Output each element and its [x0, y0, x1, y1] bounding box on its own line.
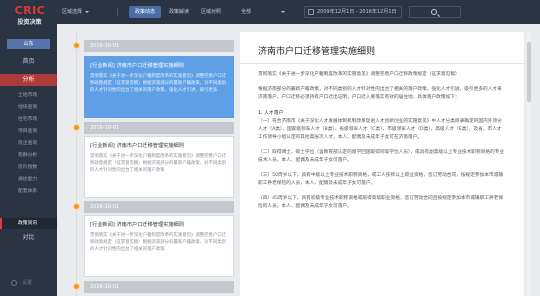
chevron-down-icon	[85, 10, 90, 13]
divider	[117, 8, 118, 16]
article-intro: 贯彻落实《关于进一步深化户籍制度改革的实施意见》调整完善户口迁移政策规定（征求意…	[258, 72, 460, 77]
category-select-label: 全部	[241, 9, 252, 15]
article-paragraph: （一）符合济南市《关于深化人才发展体制机制改革促进人才创新创业的实施意见》中人才…	[258, 119, 502, 140]
category-select[interactable]: 全部	[241, 6, 286, 18]
nav-home[interactable]: 首页	[0, 56, 57, 68]
list-item-date: 2016-10-01	[84, 40, 234, 52]
timeline-dot	[73, 124, 80, 131]
list-item-title: [行业新闻] 济南市户口迁移管理实施细则	[90, 63, 184, 69]
timeline-dot	[73, 203, 80, 210]
timeline-dot	[73, 42, 80, 49]
article-paragraph: （二）取得博士、硕士学位（含教育部认定的留学回国取得同等学位人员），或具有副高级…	[258, 150, 505, 163]
list-item-date: 2016-10-01	[84, 281, 234, 293]
nav-analysis[interactable]: 分析	[0, 74, 57, 86]
logo[interactable]: CRIC 投资决策	[0, 0, 57, 32]
settings-label: 设置	[22, 280, 33, 286]
article-paragraph: （三）50周岁以下，具有中级以上专业技术职称资格，或工人技师以上职业资格，签订劳…	[258, 173, 504, 186]
sidebar-item-accessibility[interactable]: 通达能力	[0, 174, 57, 185]
news-list: 2016-10-01 [行业新闻] 济南市户口迁移管理实施细则 贯彻落实《关于进…	[63, 32, 234, 296]
chevron-down-icon	[281, 10, 286, 13]
sidebar-item-project-query[interactable]: 项目查询	[0, 126, 57, 137]
sidebar-item-customer-analysis[interactable]: 客群分析	[0, 150, 57, 161]
gear-icon	[11, 279, 17, 286]
region-select-label: 区域选择	[62, 9, 83, 15]
sidebar-item-facilities[interactable]: 配套体系	[0, 186, 57, 197]
tab-policy-interpretation[interactable]: 政策解读	[165, 6, 193, 18]
list-item-excerpt: 贯彻落实《关于进一步深化户籍制度改革的实施意见》调整完善户口迁移政策规定（征求意…	[90, 74, 227, 93]
article-paragraph: （四）45周岁以下，具有初级专业技术职称资格或取得高级职业资格，签订劳动合同且按…	[258, 196, 504, 209]
list-item[interactable]: [行业新闻] 济南市户口迁移管理实施细则 贯彻落实《关于进一步深化户籍制度改革的…	[84, 136, 234, 198]
list-item-excerpt: 贯彻落实《关于进一步深化户籍制度改革的实施意见》调整完善户口迁移政策规定（征求意…	[90, 233, 227, 252]
sidebar: CRIC 投资决策 山东 首页 分析 土地市场 地块查询 住宅市场 项目查询 房…	[0, 0, 57, 296]
sidebar-item-price-index[interactable]: 房价指数	[0, 162, 57, 173]
scrollbar-thumb[interactable]	[527, 42, 531, 102]
top-bar: 区域选择 政策动态 政策解读 区域对照 全部 2009年12月1日 - 2016…	[57, 0, 540, 24]
logo-subtitle: 投资决策	[17, 19, 42, 26]
article-paragraph: 根据济南部分的最新户籍政策，对不同类别的人才针对性的出台了相关的落户政策，强化人…	[258, 87, 502, 100]
tab-policy-news[interactable]: 政策动态	[129, 6, 161, 18]
date-range-value: 2009年12月1日 - 2016年12月1日	[317, 9, 397, 15]
nav-compare[interactable]: 对比	[0, 232, 57, 244]
article-title: 济南市户口迁移管理实施细则	[258, 47, 376, 57]
logo-brand: CRIC	[14, 4, 46, 17]
sidebar-item-land-market[interactable]: 土地市场	[0, 90, 57, 101]
list-item-excerpt: 贯彻落实《关于进一步深化户籍制度改革的实施意见》调整完善户口迁移政策规定（征求意…	[90, 154, 227, 173]
list-item-date: 2016-10-01	[84, 122, 234, 134]
sidebar-item-policy-news[interactable]: 政策资讯	[0, 218, 57, 229]
article-detail: 济南市户口迁移管理实施细则 贯彻落实《关于进一步深化户籍制度改革的实施意见》调整…	[240, 32, 524, 296]
article-section-heading: 1. 人才落户	[258, 111, 284, 116]
scrollbar[interactable]	[527, 32, 531, 296]
divider	[240, 63, 524, 64]
list-item-title: [行业新闻] 济南市户口迁移管理实施细则	[90, 222, 184, 228]
sidebar-item-developer-query[interactable]: 房企查询	[0, 138, 57, 149]
search-icon	[431, 9, 437, 15]
sidebar-item-housing-market[interactable]: 住宅市场	[0, 114, 57, 125]
tab-region-compare[interactable]: 区域对照	[197, 6, 225, 18]
list-item[interactable]: [行业新闻] 济南市户口迁移管理实施细则 贯彻落实《关于进一步深化户籍制度改革的…	[84, 215, 234, 277]
list-item[interactable]: [行业新闻] 济南市户口迁移管理实施细则 贯彻落实《关于进一步深化户籍制度改革的…	[84, 56, 234, 118]
settings-button[interactable]: 设置	[11, 278, 51, 288]
timeline-line	[76, 32, 77, 296]
list-item-title: [行业新闻] 济南市户口迁移管理实施细则	[90, 143, 184, 149]
sidebar-item-plot-query[interactable]: 地块查询	[0, 102, 57, 113]
region-select[interactable]: 区域选择	[62, 6, 90, 18]
timeline-dot	[73, 283, 80, 290]
calendar-icon	[308, 9, 314, 15]
search-input[interactable]	[409, 6, 461, 18]
list-item-date: 2016-10-01	[84, 201, 234, 213]
date-range-picker[interactable]: 2009年12月1日 - 2016年12月1日	[304, 6, 402, 18]
region-button[interactable]: 山东	[7, 39, 50, 49]
